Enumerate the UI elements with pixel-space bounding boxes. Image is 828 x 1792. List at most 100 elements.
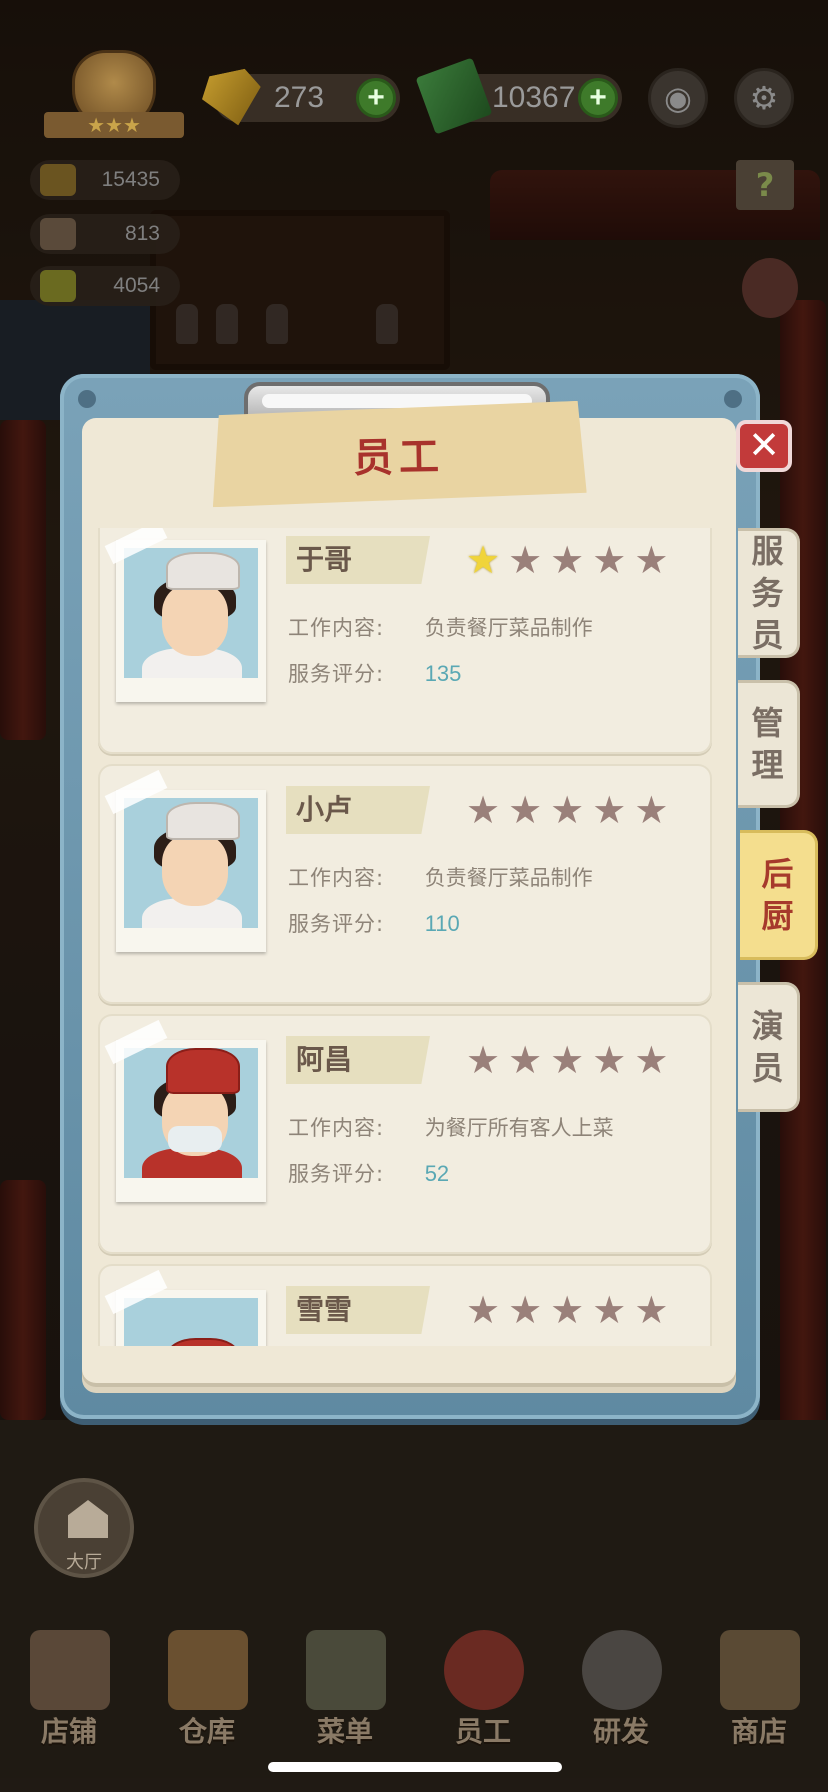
nav-label: 店铺	[40, 1715, 97, 1748]
chef-portrait	[124, 1048, 258, 1178]
nav-warehouse[interactable]: 仓库	[138, 1620, 276, 1760]
star-empty-icon: ★	[634, 1288, 669, 1332]
hall-button[interactable]: 大厅	[34, 1478, 134, 1578]
chef-portrait	[124, 1298, 258, 1346]
job-row: 工作内容: 负责餐厅菜品制作	[288, 612, 593, 642]
star-empty-icon: ★	[592, 538, 627, 582]
badge-stars: ★★★	[44, 112, 184, 138]
tab-char: 理	[751, 746, 784, 784]
nav-shop-front[interactable]: 店铺	[0, 1620, 138, 1760]
job-label: 工作内容:	[288, 1116, 385, 1140]
employee-name: 小卢	[286, 786, 430, 834]
job-value: 负责餐厅菜品制作	[424, 616, 593, 640]
chef-hat-icon	[166, 802, 240, 840]
nav-research[interactable]: 研发	[552, 1620, 690, 1760]
wok-icon	[582, 1630, 662, 1710]
tab-char: 管	[751, 704, 784, 742]
crate-icon	[168, 1630, 248, 1710]
star-empty-icon: ★	[508, 788, 543, 832]
star-empty-icon: ★	[466, 1038, 501, 1082]
star-empty-icon: ★	[550, 1288, 585, 1332]
employee-photo	[116, 540, 266, 702]
score-label: 服务评分:	[288, 912, 385, 936]
question-icon: ?	[755, 166, 775, 204]
star-empty-icon: ★	[466, 788, 501, 832]
rivet	[78, 390, 96, 408]
employee-name: 雪雪	[286, 1286, 430, 1334]
nav-store[interactable]: 商店	[690, 1620, 828, 1760]
rivet	[724, 390, 742, 408]
score-value: 52	[424, 1161, 450, 1186]
employee-name: 于哥	[286, 536, 430, 584]
trophy-icon	[40, 164, 76, 196]
employee-photo	[116, 1040, 266, 1202]
score-row: 服务评分: 110	[288, 908, 460, 938]
star-rating: ★ ★ ★ ★ ★	[466, 540, 668, 580]
star-empty-icon: ★	[634, 788, 669, 832]
nav-menu[interactable]: 菜单	[276, 1620, 414, 1760]
stat-dishes: 813	[30, 214, 180, 254]
recipe-book-button[interactable]	[742, 258, 798, 318]
tab-char: 后	[761, 855, 794, 893]
help-book-button[interactable]: ?	[736, 160, 794, 210]
job-label: 工作内容:	[288, 866, 385, 890]
chef-portrait	[124, 548, 258, 678]
camera-button[interactable]: ◉	[648, 68, 708, 128]
star-empty-icon: ★	[550, 1038, 585, 1082]
cash-counter: 10367 +	[415, 57, 622, 135]
house-icon	[68, 1500, 108, 1538]
tab-char: 员	[751, 1049, 784, 1087]
job-row: 工作内容: 负责餐厅菜品制作	[288, 862, 593, 892]
face-mask	[168, 1126, 222, 1152]
stat-value: 4054	[113, 274, 160, 297]
nav-staff[interactable]: 员工	[414, 1620, 552, 1760]
score-row: 服务评分: 52	[288, 1158, 449, 1188]
add-cash-button[interactable]: +	[578, 78, 618, 118]
employee-card[interactable]: 小卢 ★ ★ ★ ★ ★ 工作内容: 负责餐厅菜品制作 服务评分: 110	[98, 764, 712, 1004]
job-label: 工作内容:	[288, 616, 385, 640]
job-value: 负责餐厅菜品制作	[424, 866, 593, 890]
star-filled-icon: ★	[466, 538, 501, 582]
stat-tickets: 4054	[30, 266, 180, 306]
gear-icon: ⚙	[749, 79, 779, 117]
star-rating: ★ ★ ★ ★ ★	[466, 790, 668, 830]
close-icon: ✕	[748, 423, 780, 467]
home-indicator[interactable]	[268, 1762, 562, 1772]
tab-performer[interactable]: 演 员	[738, 982, 800, 1112]
settings-button[interactable]: ⚙	[734, 68, 794, 128]
star-empty-icon: ★	[508, 538, 543, 582]
bottom-nav: 店铺 仓库 菜单 员工 研发 商店	[0, 1620, 828, 1760]
rank-badge[interactable]: ★★★	[44, 50, 184, 145]
score-label: 服务评分:	[288, 662, 385, 686]
chef-icon	[444, 1630, 524, 1710]
tab-management[interactable]: 管 理	[738, 680, 800, 808]
stat-value: 813	[124, 222, 160, 245]
job-value: 为餐厅所有客人上菜	[424, 1116, 614, 1140]
star-empty-icon: ★	[634, 1038, 669, 1082]
clipboard-icon	[306, 1630, 386, 1710]
star-empty-icon: ★	[634, 538, 669, 582]
star-empty-icon: ★	[592, 1038, 627, 1082]
score-value: 110	[424, 911, 460, 936]
tab-kitchen[interactable]: 后 厨	[740, 830, 818, 960]
tab-char: 务	[751, 574, 784, 612]
store-icon	[720, 1630, 800, 1710]
employee-card[interactable]: 于哥 ★ ★ ★ ★ ★ 工作内容: 负责餐厅菜品制作 服务评分: 135	[98, 528, 712, 754]
score-row: 服务评分: 135	[288, 658, 461, 688]
chef-hat-icon	[166, 552, 240, 590]
tab-char: 厨	[761, 897, 794, 935]
chef-face	[162, 834, 228, 906]
hall-label: 大厅	[66, 1552, 102, 1573]
ticket-icon	[40, 270, 76, 302]
close-button[interactable]: ✕	[736, 420, 792, 472]
tab-waiter[interactable]: 服 务 员	[738, 528, 800, 658]
star-empty-icon: ★	[550, 788, 585, 832]
modal-title-banner: 员工	[211, 401, 587, 508]
employee-card[interactable]: 雪雪 ★ ★ ★ ★ ★	[98, 1264, 712, 1346]
modal-title: 员工	[352, 433, 446, 482]
employee-card[interactable]: 阿昌 ★ ★ ★ ★ ★ 工作内容: 为餐厅所有客人上菜 服务评分: 52	[98, 1014, 712, 1254]
add-gems-button[interactable]: +	[356, 78, 396, 118]
employee-list[interactable]: 于哥 ★ ★ ★ ★ ★ 工作内容: 负责餐厅菜品制作 服务评分: 135 小卢…	[98, 528, 716, 1346]
nav-label: 商店	[730, 1715, 787, 1748]
nav-label: 员工	[454, 1715, 511, 1748]
